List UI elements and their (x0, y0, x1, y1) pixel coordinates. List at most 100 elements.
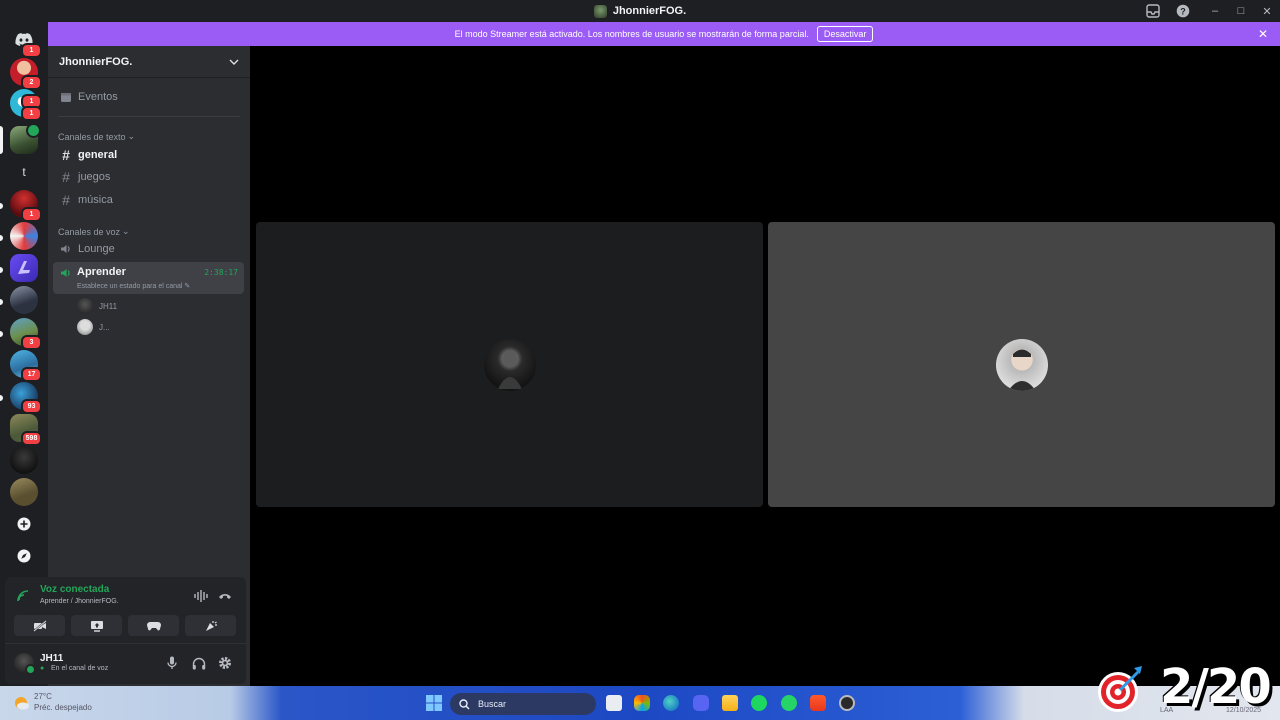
dm-badge-3: 1 (21, 106, 42, 121)
channel-status-hint[interactable]: Establece un estado para el canal ✎ (77, 282, 190, 290)
close-window-icon[interactable]: ✕ (1254, 0, 1280, 22)
discord-taskbar-icon[interactable] (693, 695, 709, 711)
soundboard-icon (205, 620, 217, 631)
taskbar-search[interactable]: Buscar (450, 693, 596, 715)
channel-musica[interactable]: # música (58, 190, 244, 210)
text-category-header[interactable]: Canales de texto ⌄ (58, 131, 135, 142)
edge-icon[interactable] (663, 695, 679, 711)
add-server-button[interactable] (10, 510, 38, 538)
camera-button[interactable] (14, 615, 65, 636)
events-item[interactable]: Eventos (60, 91, 118, 103)
text-category-label: Canales de texto (58, 131, 126, 142)
user-avatar[interactable] (14, 653, 36, 675)
minimize-icon[interactable]: – (1202, 0, 1228, 22)
server-16[interactable] (10, 478, 38, 506)
voice-user-name: J... (99, 322, 110, 332)
server-14-badge: 598 (21, 431, 42, 446)
unread-indicator (0, 235, 3, 241)
server-11[interactable]: 3 (10, 318, 42, 350)
streamer-mode-banner: El modo Streamer está activado. Los nomb… (48, 22, 1280, 46)
server-red[interactable]: 1 (10, 190, 42, 222)
channel-label: general (78, 149, 118, 161)
server-15[interactable] (10, 446, 38, 474)
server-header[interactable]: JhonnierFOG. (48, 46, 250, 78)
voice-category-label: Canales de voz (58, 226, 121, 237)
disable-streamer-button[interactable]: Desactivar (816, 26, 874, 42)
voice-category-header[interactable]: Canales de voz ⌄ (58, 226, 130, 237)
voice-user[interactable]: JH11 (77, 298, 117, 314)
whatsapp-icon[interactable] (781, 695, 797, 711)
hash-icon: # (62, 147, 70, 163)
pencil-icon: ✎ (184, 283, 191, 290)
server-icon-mini (593, 4, 607, 18)
dm-avatar-1[interactable]: 2 (10, 58, 42, 90)
server-8[interactable] (10, 222, 38, 250)
microphone-icon[interactable] (164, 655, 180, 671)
unread-indicator (0, 331, 3, 337)
status-hint-text: Establece un estado para el canal (77, 283, 183, 290)
task-view-icon[interactable] (606, 695, 622, 711)
compass-icon (17, 549, 31, 563)
file-explorer-icon[interactable] (722, 695, 738, 711)
avatar (77, 298, 93, 314)
unread-indicator (0, 395, 3, 401)
channel-general[interactable]: # general (58, 145, 244, 165)
copilot-icon[interactable] (634, 695, 650, 711)
voice-timer: 2:38:17 (204, 268, 238, 277)
home-button[interactable]: 1 (10, 26, 42, 58)
soundboard-button[interactable] (185, 615, 236, 636)
target-icon (1098, 666, 1142, 712)
online-status-icon (25, 664, 36, 675)
banner-message: El modo Streamer está activado. Los nomb… (454, 29, 809, 39)
maximize-icon[interactable]: □ (1228, 0, 1254, 22)
disconnect-icon[interactable] (217, 588, 233, 604)
window-title: JhonnierFOG. (612, 5, 687, 17)
voice-stage (250, 46, 1280, 686)
camera-off-icon (32, 619, 47, 632)
dm-avatar-2[interactable]: 11 (10, 89, 42, 121)
signal-icon (17, 590, 29, 602)
server-9[interactable] (10, 254, 38, 282)
headphones-icon[interactable] (191, 655, 207, 671)
discover-button[interactable] (10, 542, 38, 570)
help-icon[interactable]: ? (1175, 3, 1191, 19)
events-label: Eventos (78, 91, 118, 103)
challenge-counter: 2/20 (1160, 659, 1272, 715)
server-13[interactable]: 93 (10, 382, 42, 414)
windows-start-icon[interactable] (426, 695, 442, 711)
search-icon (459, 698, 470, 709)
server-active[interactable] (10, 123, 41, 154)
panel-username[interactable]: JH11 (40, 653, 63, 664)
speaker-icon (61, 245, 70, 253)
speaker-active-icon (61, 269, 70, 277)
voice-channel-aprender[interactable]: Aprender 2:38:17 Establece un estado par… (53, 262, 244, 294)
noise-suppression-icon[interactable] (193, 588, 209, 604)
weather-icon[interactable] (12, 694, 30, 712)
brave-icon[interactable] (810, 695, 826, 711)
voice-channel-lounge[interactable]: Lounge (58, 239, 244, 259)
unread-indicator (0, 299, 3, 305)
hash-icon: # (62, 169, 70, 185)
voice-user[interactable]: J... (77, 319, 110, 335)
settings-gear-icon[interactable] (217, 655, 233, 671)
divider (5, 643, 246, 644)
participant-tile-2[interactable] (768, 222, 1275, 507)
inbox-icon[interactable] (1145, 3, 1161, 19)
server-12[interactable]: 17 (10, 350, 42, 382)
voice-connected-location[interactable]: Aprender / JhonnierFOG. (40, 598, 119, 605)
channel-juegos[interactable]: # juegos (58, 167, 244, 187)
activities-button[interactable] (128, 615, 179, 636)
voice-connected-title[interactable]: Voz conectada (40, 584, 109, 595)
unread-indicator (0, 203, 3, 209)
discord-window: JhonnierFOG. ? – □ ✕ 1 2 11 t 1 3 17 93 … (0, 0, 1280, 720)
server-14[interactable]: 598 (10, 414, 42, 446)
share-screen-button[interactable] (71, 615, 122, 636)
server-10[interactable] (10, 286, 38, 314)
close-banner-icon[interactable]: ✕ (1258, 27, 1268, 41)
obs-icon[interactable] (839, 695, 855, 711)
server-12-badge: 17 (21, 367, 42, 382)
weather-desc: Préc. despejado (34, 703, 92, 712)
server-t[interactable]: t (10, 158, 38, 186)
participant-tile-1[interactable] (256, 222, 763, 507)
spotify-icon[interactable] (751, 695, 767, 711)
